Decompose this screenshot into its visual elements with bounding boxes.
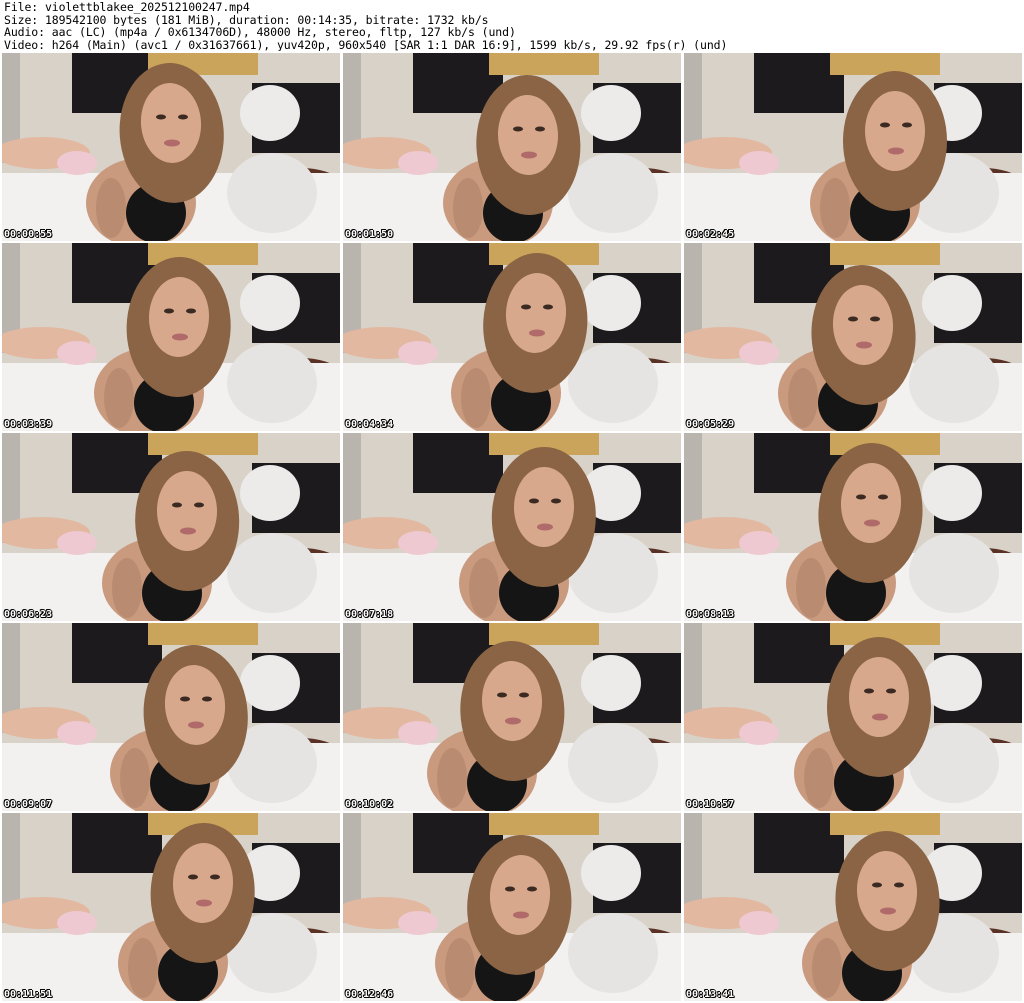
video-frame-image <box>343 53 681 241</box>
thumbnail-timestamp: 00:08:13 <box>686 609 735 620</box>
thumbnail-timestamp: 00:01:50 <box>345 229 394 240</box>
video-thumbnail: 00:13:41 <box>684 813 1022 1001</box>
video-thumbnail: 00:08:13 <box>684 433 1022 621</box>
video-thumbnail: 00:09:07 <box>2 623 340 811</box>
thumbnail-timestamp: 00:12:46 <box>345 989 394 1000</box>
video-thumbnail: 00:10:57 <box>684 623 1022 811</box>
video-frame-image <box>343 813 681 1001</box>
file-name-line: File: violettblakee_202512100247.mp4 <box>4 1 250 14</box>
thumbnail-timestamp: 00:09:07 <box>4 799 53 810</box>
video-frame-image <box>2 813 340 1001</box>
video-thumbnail: 00:03:39 <box>2 243 340 431</box>
thumbnail-timestamp: 00:04:34 <box>345 419 394 430</box>
thumbnail-timestamp: 00:13:41 <box>686 989 735 1000</box>
thumbnail-timestamp: 00:00:55 <box>4 229 53 240</box>
video-thumbnail: 00:05:29 <box>684 243 1022 431</box>
video-frame-image <box>2 53 340 241</box>
video-frame-image <box>343 243 681 431</box>
video-thumbnail: 00:02:45 <box>684 53 1022 241</box>
thumbnail-timestamp: 00:03:39 <box>4 419 53 430</box>
video-frame-image <box>343 623 681 811</box>
thumbnail-timestamp: 00:10:02 <box>345 799 394 810</box>
video-thumbnail: 00:00:55 <box>2 53 340 241</box>
thumbnail-grid: 00:00:55 00:01:50 00:02:45 00:03:39 00:04:34… <box>2 53 1022 1001</box>
video-thumbnail: 00:11:51 <box>2 813 340 1001</box>
file-size-line: Size: 189542100 bytes (181 MiB), duratio… <box>4 13 489 26</box>
thumbnail-timestamp: 00:07:18 <box>345 609 394 620</box>
video-frame-image <box>684 623 1022 811</box>
thumbnail-timestamp: 00:10:57 <box>686 799 735 810</box>
video-frame-image <box>2 623 340 811</box>
video-thumbnail: 00:06:23 <box>2 433 340 621</box>
thumbnail-timestamp: 00:06:23 <box>4 609 53 620</box>
video-frame-image <box>684 433 1022 621</box>
video-frame-image <box>2 243 340 431</box>
video-frame-image <box>684 53 1022 241</box>
file-info-header: File: violettblakee_202512100247.mp4 Siz… <box>4 1 1020 51</box>
video-thumbnail: 00:01:50 <box>343 53 681 241</box>
video-thumbnail: 00:07:18 <box>343 433 681 621</box>
audio-info-line: Audio: aac (LC) (mp4a / 0x6134706D), 480… <box>4 26 516 39</box>
video-frame-image <box>343 433 681 621</box>
video-info-line: Video: h264 (Main) (avc1 / 0x31637661), … <box>4 38 728 51</box>
video-frame-image <box>684 813 1022 1001</box>
video-thumbnail: 00:04:34 <box>343 243 681 431</box>
video-frame-image <box>2 433 340 621</box>
thumbnail-timestamp: 00:11:51 <box>4 989 53 1000</box>
video-thumbnail: 00:10:02 <box>343 623 681 811</box>
thumbnail-timestamp: 00:05:29 <box>686 419 735 430</box>
thumbnail-timestamp: 00:02:45 <box>686 229 735 240</box>
video-thumbnail: 00:12:46 <box>343 813 681 1001</box>
video-frame-image <box>684 243 1022 431</box>
